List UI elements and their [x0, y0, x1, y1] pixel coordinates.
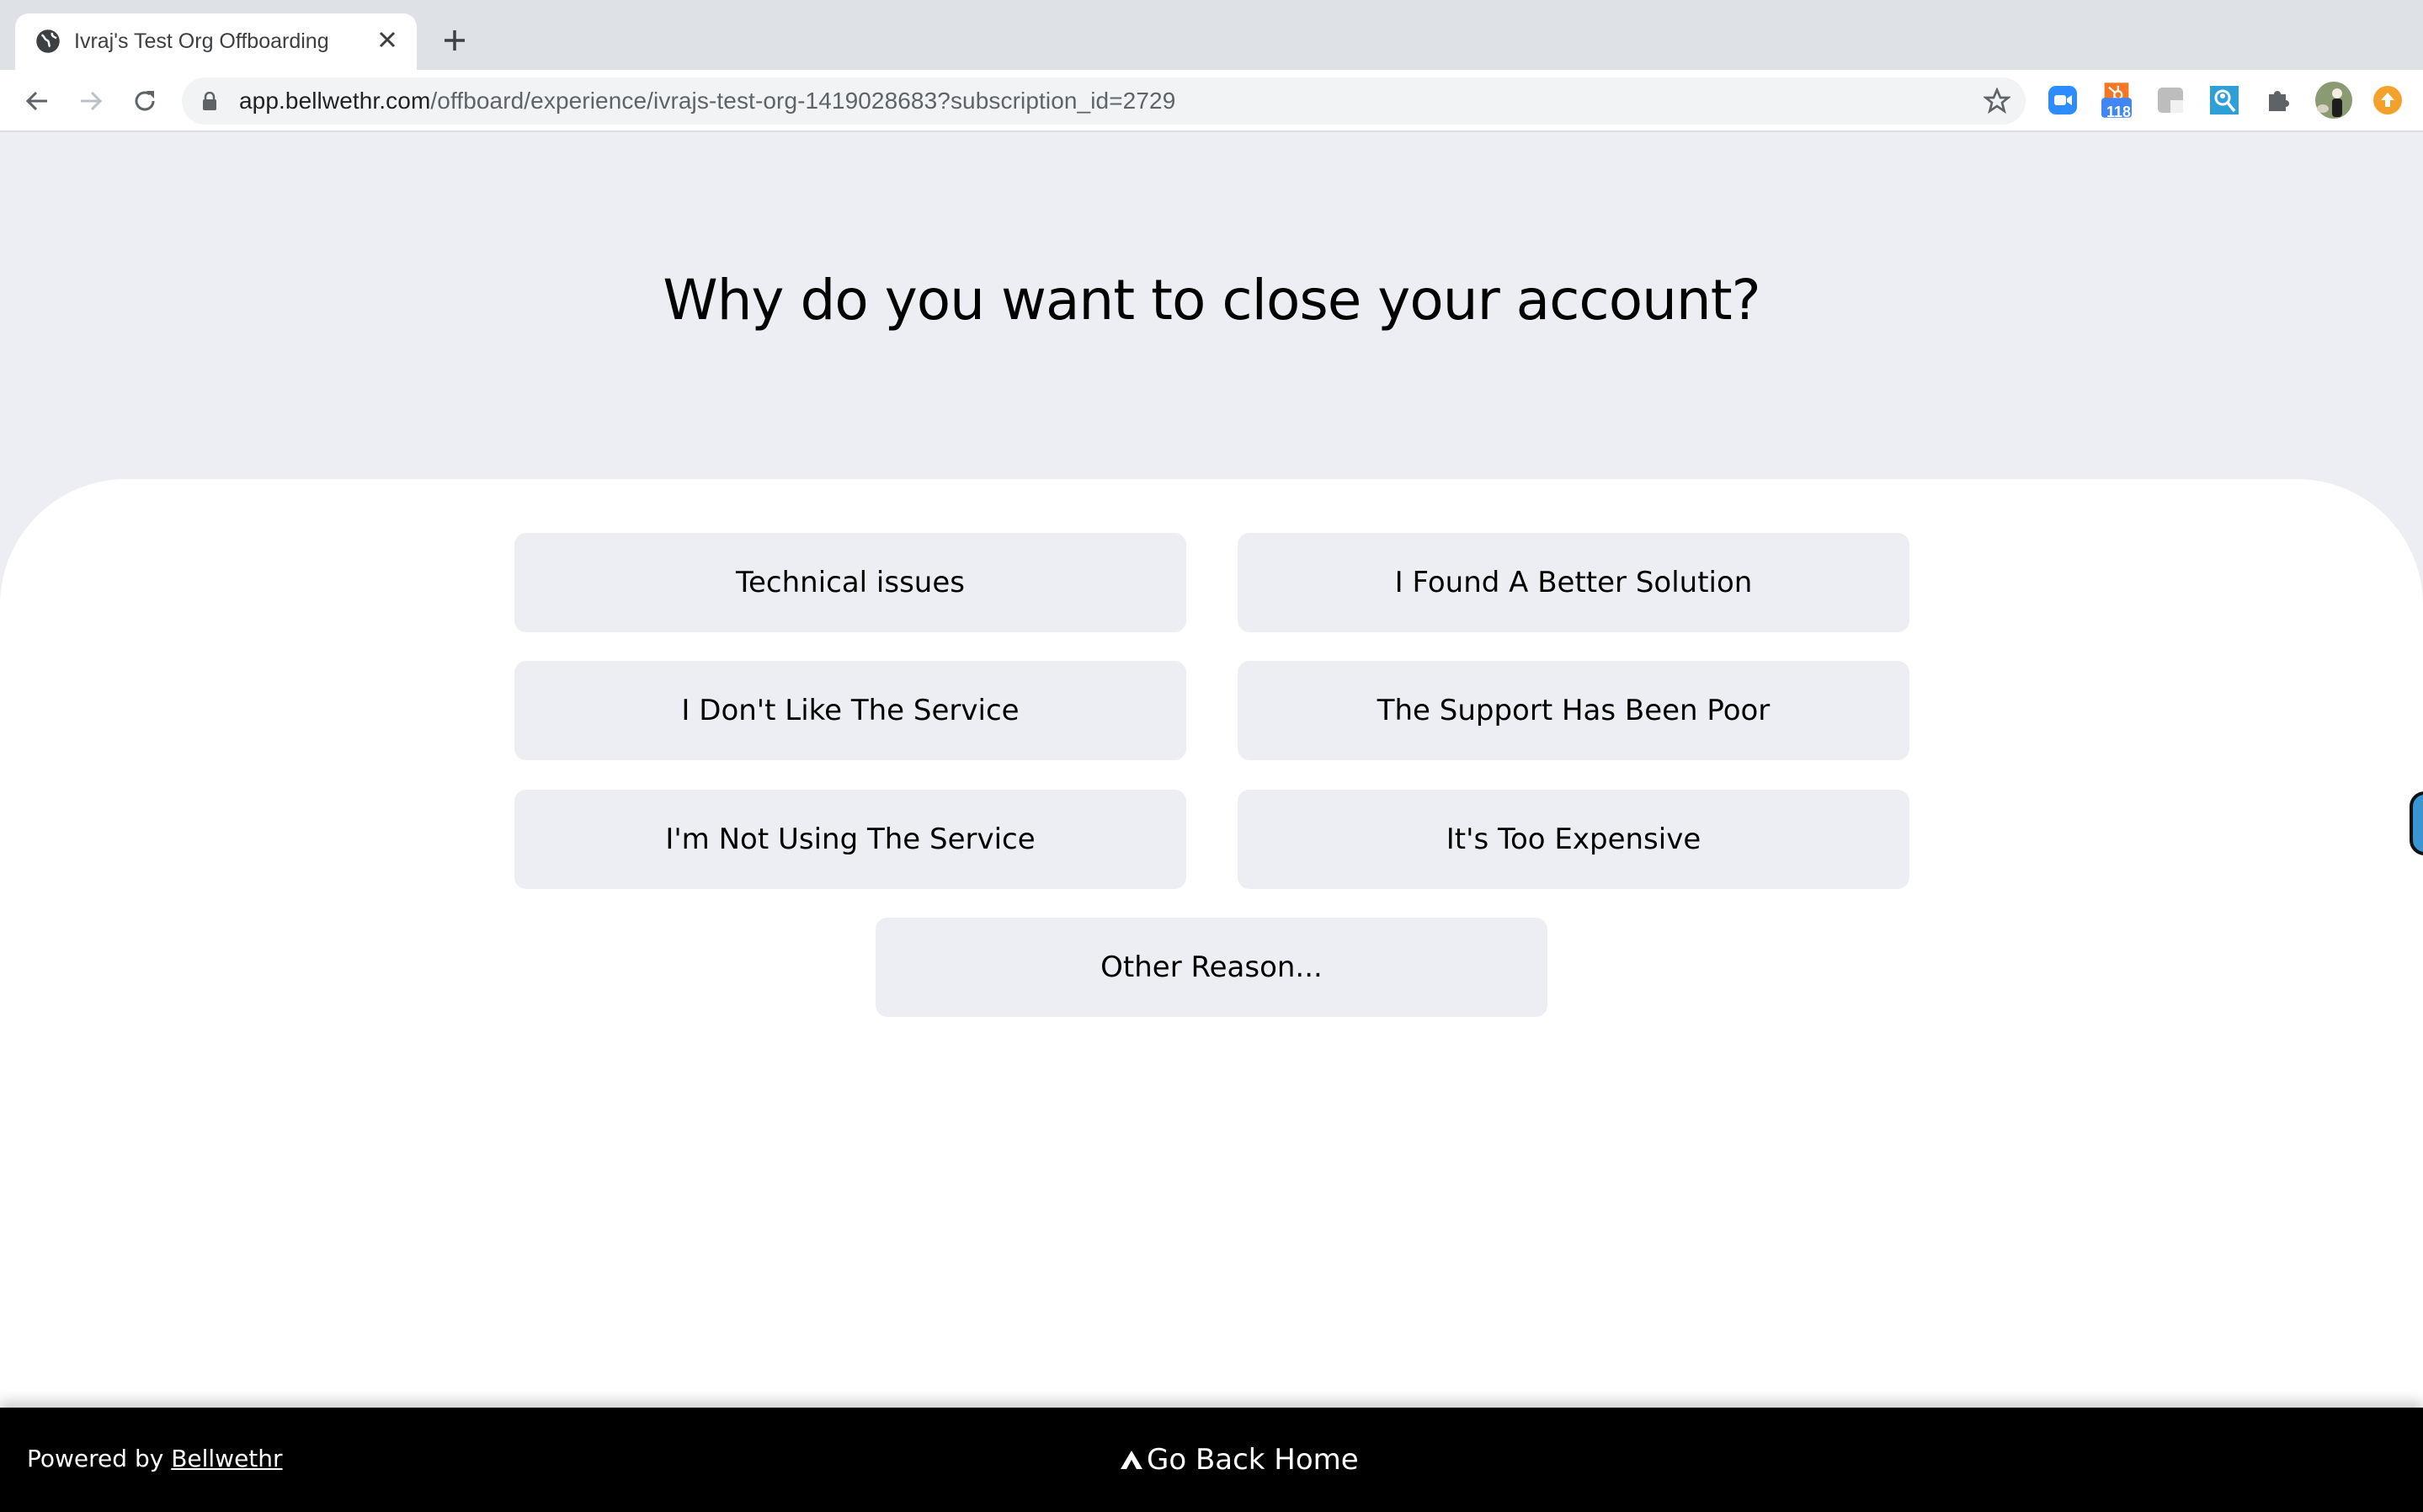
arrow-left-icon: [25, 91, 47, 111]
forward-button[interactable]: [74, 84, 108, 118]
avatar-icon: [2315, 82, 2352, 119]
profile-avatar[interactable]: [2315, 82, 2352, 119]
chevron-up-icon: [1121, 1451, 1142, 1469]
reload-icon: [135, 91, 155, 111]
footer: Powered by Bellwethr Go Back Home: [0, 1408, 2423, 1512]
reason-not-using-service[interactable]: I'm Not Using The Service: [514, 790, 1186, 889]
extensions-menu[interactable]: [2263, 85, 2293, 115]
update-button[interactable]: [2372, 85, 2403, 115]
powered-by: Powered by Bellwethr: [27, 1445, 283, 1472]
reason-other[interactable]: Other Reason...: [876, 918, 1547, 1017]
url-path: /offboard/experience/ivrajs-test-org-141…: [430, 88, 1176, 114]
address-bar[interactable]: app.bellwethr.com/offboard/experience/iv…: [182, 77, 2026, 125]
arrow-up-circle-icon: [2373, 86, 2402, 114]
bellwethr-link[interactable]: Bellwethr: [171, 1445, 282, 1472]
gray-extension[interactable]: [2155, 85, 2186, 115]
search-person-icon: [2210, 86, 2239, 114]
browser-toolbar: app.bellwethr.com/offboard/experience/iv…: [0, 70, 2423, 132]
go-back-home-button[interactable]: Go Back Home: [1120, 1443, 1359, 1477]
plus-icon: [445, 30, 465, 51]
puzzle-icon: [2269, 91, 2289, 111]
hubspot-badge: 118: [2106, 104, 2132, 120]
browser-tab-strip: Ivraj's Test Org Offboarding: [0, 0, 2423, 70]
reason-poor-support[interactable]: The Support Has Been Poor: [1238, 661, 1909, 760]
reload-button[interactable]: [128, 84, 162, 118]
video-camera-icon: [2048, 86, 2077, 114]
url-text[interactable]: app.bellwethr.com/offboard/experience/iv…: [239, 88, 1175, 114]
search-person-extension[interactable]: [2209, 85, 2239, 115]
reason-technical-issues[interactable]: Technical issues: [514, 533, 1186, 632]
go-back-home-label: Go Back Home: [1147, 1443, 1359, 1477]
back-button[interactable]: [20, 84, 54, 118]
new-tab-button[interactable]: [438, 24, 471, 57]
powered-by-label: Powered by: [27, 1445, 172, 1472]
reason-better-solution[interactable]: I Found A Better Solution: [1238, 533, 1909, 632]
page-title: Why do you want to close your account?: [663, 268, 1760, 333]
reason-dont-like-service[interactable]: I Don't Like The Service: [514, 661, 1186, 760]
zoom-extension[interactable]: [2048, 85, 2078, 115]
side-widget-tab[interactable]: [2410, 791, 2423, 855]
reason-too-expensive[interactable]: It's Too Expensive: [1238, 790, 1909, 889]
square-icon: [2158, 88, 2183, 113]
arrow-right-icon: [81, 91, 103, 111]
star-icon[interactable]: [1984, 88, 2010, 114]
url-host: app.bellwethr.com: [239, 88, 431, 114]
close-icon[interactable]: [373, 25, 402, 54]
globe-icon: [36, 29, 60, 53]
hubspot-extension[interactable]: 118: [2101, 83, 2132, 120]
browser-tab[interactable]: Ivraj's Test Org Offboarding: [15, 13, 417, 70]
tab-title: Ivraj's Test Org Offboarding: [74, 29, 329, 53]
lock-icon: [203, 92, 216, 110]
